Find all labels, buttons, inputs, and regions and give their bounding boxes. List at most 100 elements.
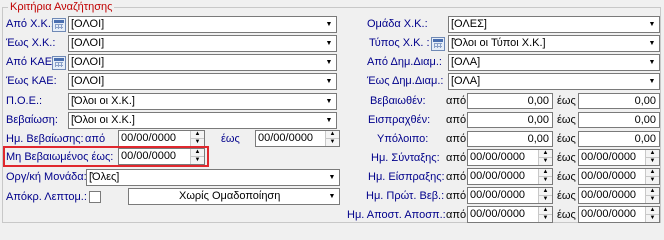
bebaiosis-to-date[interactable]: 00/00/0000 ▲ ▼ (255, 130, 340, 147)
spin-up-icon[interactable]: ▲ (191, 149, 204, 157)
date-spinner[interactable]: ▲ ▼ (190, 149, 204, 164)
bebaiothen-from-input[interactable]: 0,00 (467, 93, 553, 109)
apost-from-date[interactable]: 00/00/0000 ▲ ▼ (467, 206, 553, 223)
spin-up-icon[interactable]: ▲ (539, 207, 552, 215)
eos-dim-combo[interactable]: [ΟΛΑ] ▼ (448, 73, 660, 90)
from-xk-calendar-icon[interactable] (52, 18, 66, 32)
bebaiothen-to-input[interactable]: 0,00 (578, 93, 660, 109)
to-kae-combo[interactable]: [ΟΛΟΙ] ▼ (68, 73, 337, 90)
ypoloipo-from-input[interactable]: 0,00 (467, 131, 553, 147)
from-xk-combo[interactable]: [ΟΛΟΙ] ▼ (68, 16, 337, 33)
typos-xk-calendar-icon[interactable] (431, 37, 445, 51)
apo-dim-combo[interactable]: [ΟΛΑ] ▼ (448, 54, 660, 71)
poe-label: Π.Ο.Ε.: (6, 95, 43, 107)
omada-xk-combo[interactable]: [ΟΛΕΣ] ▼ (448, 16, 660, 33)
ypoloipo-to-value: 0,00 (634, 133, 656, 145)
bebaiosis-from-date[interactable]: 00/00/0000 ▲ ▼ (118, 130, 205, 147)
from-kae-value: [ΟΛΟΙ] (71, 56, 105, 68)
typos-xk-value: [Όλοι οι Τύποι Χ.Κ.] (451, 37, 546, 49)
grouping-combo[interactable]: Χωρίς Ομαδοποίηση ▼ (128, 188, 340, 205)
prot-beb-from-label: από (446, 190, 467, 202)
date-spinner[interactable]: ▲ ▼ (190, 131, 204, 146)
date-spinner[interactable]: ▲ ▼ (645, 169, 659, 184)
spin-up-icon[interactable]: ▲ (191, 131, 204, 139)
spin-down-icon[interactable]: ▼ (539, 177, 552, 184)
spin-down-icon[interactable]: ▼ (646, 196, 659, 203)
eispraxthen-from-input[interactable]: 0,00 (467, 112, 553, 128)
from-kae-calendar-icon[interactable] (52, 56, 66, 70)
from-kae-combo[interactable]: [ΟΛΟΙ] ▼ (68, 54, 337, 71)
spin-up-icon[interactable]: ▲ (646, 207, 659, 215)
eispraxthen-from-label: από (446, 114, 467, 126)
apost-to-date[interactable]: 00/00/0000 ▲ ▼ (578, 206, 660, 223)
spin-down-icon[interactable]: ▼ (539, 196, 552, 203)
chevron-down-icon[interactable]: ▼ (322, 74, 336, 89)
spin-down-icon[interactable]: ▼ (646, 215, 659, 222)
to-xk-combo[interactable]: [ΟΛΟΙ] ▼ (68, 35, 337, 52)
spin-down-icon[interactable]: ▼ (539, 215, 552, 222)
chevron-down-icon[interactable]: ▼ (322, 113, 336, 128)
bebaiothen-to-label: έως (557, 95, 576, 107)
from-kae-label: Από ΚΑΕ: (6, 56, 56, 68)
spin-down-icon[interactable]: ▼ (646, 158, 659, 165)
chevron-down-icon[interactable]: ▼ (325, 170, 339, 185)
date-spinner[interactable]: ▲ ▼ (538, 188, 552, 203)
spin-up-icon[interactable]: ▲ (539, 188, 552, 196)
ypoloipo-to-input[interactable]: 0,00 (578, 131, 660, 147)
mi-bebaiomenos-label: Μη Βεβαιωμένος έως: (6, 151, 114, 163)
date-spinner[interactable]: ▲ ▼ (538, 150, 552, 165)
apokr-checkbox[interactable] (89, 191, 101, 203)
mi-bebaiomenos-date[interactable]: 00/00/0000 ▲ ▼ (118, 148, 205, 165)
date-spinner[interactable]: ▲ ▼ (645, 150, 659, 165)
chevron-down-icon[interactable]: ▼ (645, 36, 659, 51)
bebaiosis-to-value: 00/00/0000 (258, 132, 314, 144)
spin-down-icon[interactable]: ▼ (191, 157, 204, 164)
apokr-label: Απόκρ. Λεπτομ.: (6, 191, 87, 203)
spin-up-icon[interactable]: ▲ (539, 150, 552, 158)
apost-label: Ημ. Αποστ. Αποσπ.: (347, 209, 446, 221)
spin-down-icon[interactable]: ▼ (326, 139, 339, 146)
date-spinner[interactable]: ▲ ▼ (645, 188, 659, 203)
spin-up-icon[interactable]: ▲ (326, 131, 339, 139)
chevron-down-icon[interactable]: ▼ (322, 36, 336, 51)
eispraxis-from-date[interactable]: 00/00/0000 ▲ ▼ (467, 168, 553, 185)
syntaxis-to-date[interactable]: 00/00/0000 ▲ ▼ (578, 149, 660, 166)
grouping-value: Χωρίς Ομαδοποίηση (179, 190, 281, 202)
poe-combo[interactable]: [Όλοι οι Χ.Κ.] ▼ (68, 93, 337, 110)
prot-beb-to-label: έως (557, 190, 576, 202)
spin-up-icon[interactable]: ▲ (539, 169, 552, 177)
spin-up-icon[interactable]: ▲ (646, 169, 659, 177)
eispraxis-to-value: 00/00/0000 (581, 170, 637, 182)
chevron-down-icon[interactable]: ▼ (322, 94, 336, 109)
spin-up-icon[interactable]: ▲ (646, 188, 659, 196)
syntaxis-from-date[interactable]: 00/00/0000 ▲ ▼ (467, 149, 553, 166)
from-xk-label: Από Χ.Κ.: (6, 18, 54, 30)
org-monada-label: Οργ/κή Μονάδα: (6, 171, 87, 183)
group-title: Κριτήρια Αναζήτησης (8, 1, 115, 14)
ypoloipo-to-label: έως (557, 133, 576, 145)
date-spinner[interactable]: ▲ ▼ (645, 207, 659, 222)
prot-beb-to-date[interactable]: 00/00/0000 ▲ ▼ (578, 187, 660, 204)
spin-down-icon[interactable]: ▼ (191, 139, 204, 146)
spin-down-icon[interactable]: ▼ (539, 158, 552, 165)
org-monada-combo[interactable]: [Όλες] ▼ (86, 169, 340, 186)
chevron-down-icon[interactable]: ▼ (645, 17, 659, 32)
apo-dim-label: Από Δημ.Διαμ.: (367, 56, 442, 68)
chevron-down-icon[interactable]: ▼ (645, 55, 659, 70)
prot-beb-from-date[interactable]: 00/00/0000 ▲ ▼ (467, 187, 553, 204)
omada-xk-label: Ομάδα Χ.Κ.: (367, 18, 428, 30)
chevron-down-icon[interactable]: ▼ (645, 74, 659, 89)
bebaiosi-combo[interactable]: [Όλοι οι Χ.Κ.] ▼ (68, 112, 337, 129)
date-spinner[interactable]: ▲ ▼ (325, 131, 339, 146)
date-spinner[interactable]: ▲ ▼ (538, 207, 552, 222)
typos-xk-combo[interactable]: [Όλοι οι Τύποι Χ.Κ.] ▼ (448, 35, 660, 52)
spin-up-icon[interactable]: ▲ (646, 150, 659, 158)
eispraxis-to-date[interactable]: 00/00/0000 ▲ ▼ (578, 168, 660, 185)
date-spinner[interactable]: ▲ ▼ (538, 169, 552, 184)
eispraxthen-to-label: έως (557, 114, 576, 126)
chevron-down-icon[interactable]: ▼ (325, 189, 339, 204)
eispraxthen-to-input[interactable]: 0,00 (578, 112, 660, 128)
chevron-down-icon[interactable]: ▼ (322, 55, 336, 70)
chevron-down-icon[interactable]: ▼ (322, 17, 336, 32)
spin-down-icon[interactable]: ▼ (646, 177, 659, 184)
